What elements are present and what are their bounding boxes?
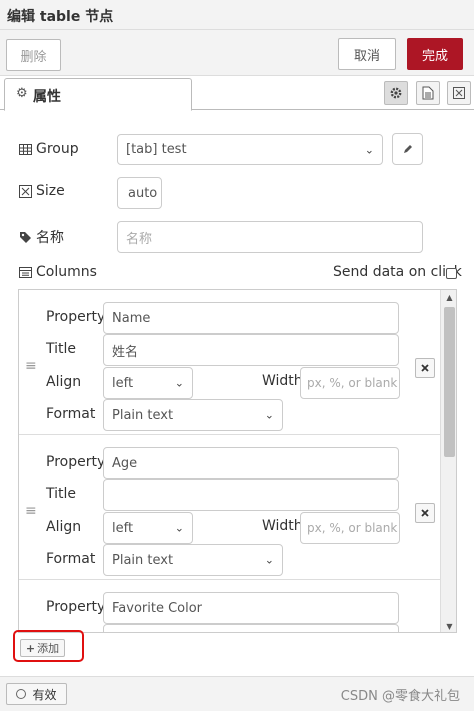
property-input[interactable]: Age bbox=[103, 447, 399, 479]
format-label: Format bbox=[46, 406, 96, 422]
appearance-tab-button[interactable] bbox=[447, 81, 471, 105]
tray-footer: 有效 CSDN @零食大礼包 bbox=[0, 676, 474, 711]
name-input[interactable]: 名称 bbox=[117, 221, 423, 253]
enabled-label: 有效 bbox=[32, 687, 57, 702]
format-label: Format bbox=[46, 551, 96, 567]
send-data-checkbox[interactable] bbox=[446, 268, 457, 279]
tray-header: 编辑 table 节点 bbox=[0, 0, 474, 30]
name-label-text: 名称 bbox=[36, 230, 64, 246]
pencil-icon bbox=[403, 145, 412, 153]
size-label: Size bbox=[18, 183, 65, 199]
done-button[interactable]: 完成 bbox=[407, 38, 463, 70]
settings-tab-button[interactable] bbox=[384, 81, 408, 105]
watermark: CSDN @零食大礼包 bbox=[340, 689, 460, 704]
scroll-up-icon[interactable]: ▲ bbox=[441, 290, 456, 305]
chevron-down-icon: ⌄ bbox=[174, 376, 184, 390]
property-input[interactable]: Favorite Color bbox=[103, 592, 399, 624]
tray-title: 编辑 table 节点 bbox=[7, 9, 114, 25]
columns-list: Property Name Title 姓名 ≡ Align left ⌄ Wi… bbox=[18, 289, 457, 633]
column-item: Property Age Title ≡ Align left ⌄ Width … bbox=[19, 435, 440, 580]
chevron-down-icon: ⌄ bbox=[364, 143, 374, 156]
align-select-value: left bbox=[112, 375, 134, 391]
close-icon bbox=[421, 509, 429, 517]
property-label: Property bbox=[46, 599, 106, 615]
resize-icon bbox=[18, 184, 32, 198]
width-label: Width bbox=[262, 373, 303, 389]
enabled-toggle[interactable]: 有效 bbox=[6, 683, 67, 705]
scroll-down-icon[interactable]: ▼ bbox=[441, 619, 456, 632]
cancel-button[interactable]: 取消 bbox=[338, 38, 396, 70]
format-select-value: Plain text bbox=[112, 552, 174, 568]
format-select[interactable]: Plain text ⌄ bbox=[103, 544, 283, 576]
delete-button[interactable]: 删除 bbox=[6, 39, 61, 71]
title-label: Title bbox=[46, 341, 77, 357]
align-label: Align bbox=[46, 519, 82, 535]
column-item: Property Favorite Color bbox=[19, 580, 440, 632]
title-input[interactable] bbox=[103, 479, 399, 511]
send-data-label: Send data on click bbox=[333, 264, 462, 280]
file-icon bbox=[422, 86, 434, 100]
group-select[interactable]: [tab] test ⌄ bbox=[117, 134, 383, 165]
column-item: Property Name Title 姓名 ≡ Align left ⌄ Wi… bbox=[19, 290, 440, 435]
format-select-value: Plain text bbox=[112, 407, 174, 423]
edit-group-button[interactable] bbox=[392, 133, 423, 165]
title-label: Title bbox=[46, 486, 77, 502]
gear-icon bbox=[390, 87, 402, 99]
remove-column-button[interactable] bbox=[415, 358, 435, 378]
scrollbar-thumb[interactable] bbox=[444, 307, 455, 457]
group-label-text: Group bbox=[36, 141, 79, 157]
columns-label-text: Columns bbox=[36, 264, 97, 280]
resize-icon bbox=[453, 87, 465, 99]
add-column-label: 添加 bbox=[37, 642, 60, 655]
action-bar: 删除 取消 完成 bbox=[0, 30, 474, 76]
tag-icon bbox=[18, 230, 32, 244]
list-icon bbox=[18, 265, 32, 279]
group-label: Group bbox=[18, 141, 79, 157]
scrollbar[interactable]: ▲ ▼ bbox=[440, 290, 456, 632]
width-label: Width bbox=[262, 518, 303, 534]
title-input[interactable]: 姓名 bbox=[103, 334, 399, 366]
chevron-down-icon: ⌄ bbox=[264, 408, 274, 422]
size-button[interactable]: auto bbox=[117, 177, 162, 209]
drag-handle-icon[interactable]: ≡ bbox=[25, 358, 37, 374]
width-input[interactable]: px, %, or blank bbox=[300, 512, 400, 544]
chevron-down-icon: ⌄ bbox=[264, 553, 274, 567]
align-label: Align bbox=[46, 374, 82, 390]
columns-label: Columns bbox=[18, 264, 97, 280]
width-input[interactable]: px, %, or blank bbox=[300, 367, 400, 399]
align-select[interactable]: left ⌄ bbox=[103, 367, 193, 399]
remove-column-button[interactable] bbox=[415, 503, 435, 523]
radio-icon bbox=[16, 689, 27, 699]
table-icon bbox=[18, 142, 32, 156]
property-label: Property bbox=[46, 454, 106, 470]
title-input[interactable] bbox=[103, 624, 399, 632]
tab-bar: ⚙ 属性 bbox=[0, 76, 474, 111]
align-select-value: left bbox=[112, 520, 134, 536]
plus-icon: + bbox=[25, 641, 36, 655]
close-icon bbox=[421, 364, 429, 372]
tab-properties-label: 属性 bbox=[33, 89, 61, 105]
chevron-down-icon: ⌄ bbox=[174, 521, 184, 535]
align-select[interactable]: left ⌄ bbox=[103, 512, 193, 544]
description-tab-button[interactable] bbox=[416, 81, 440, 105]
format-select[interactable]: Plain text ⌄ bbox=[103, 399, 283, 431]
name-label: 名称 bbox=[18, 227, 64, 247]
property-input[interactable]: Name bbox=[103, 302, 399, 334]
property-label: Property bbox=[46, 309, 106, 325]
gear-icon: ⚙ bbox=[16, 86, 28, 101]
size-label-text: Size bbox=[36, 183, 65, 199]
group-select-value: [tab] test bbox=[126, 142, 187, 157]
tab-properties[interactable]: ⚙ 属性 bbox=[4, 78, 192, 111]
drag-handle-icon[interactable]: ≡ bbox=[25, 503, 37, 519]
add-column-button[interactable]: + 添加 bbox=[20, 639, 65, 657]
